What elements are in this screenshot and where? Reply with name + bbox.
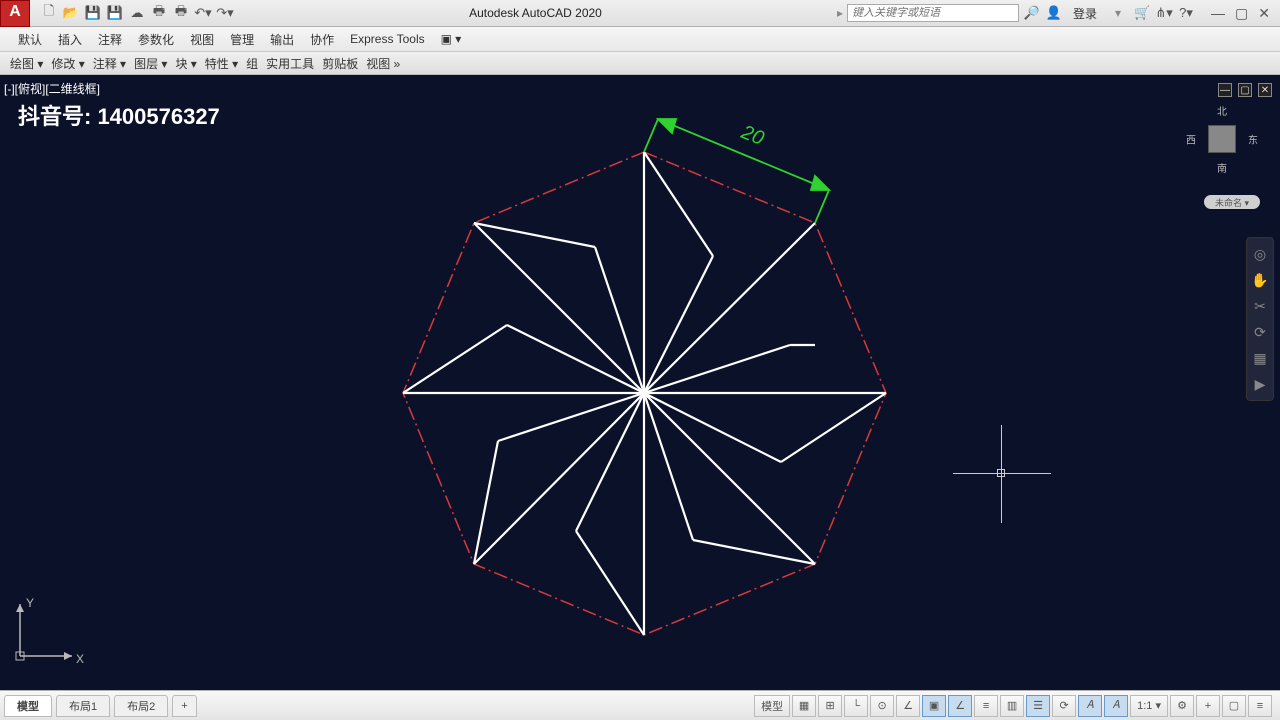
login-button[interactable]: 登录 (1067, 5, 1103, 22)
quick-access-toolbar: 🗋 📂 💾 💾 ☁ 🖶 🖶 ↶▾ ↷▾ (34, 4, 240, 22)
cad-geometry: 20 (0, 75, 1280, 690)
ucs-icon: Y X (14, 596, 84, 666)
panel-group[interactable]: 组 (246, 55, 258, 72)
ucs-y: Y (26, 596, 34, 610)
ribbon-tabs: 默认 插入 注释 参数化 视图 管理 输出 协作 Express Tools ▣… (0, 27, 1280, 52)
tab-add[interactable]: + (172, 695, 196, 717)
minimize-icon[interactable]: — (1211, 5, 1225, 22)
status-model[interactable]: 模型 (754, 695, 790, 717)
search-arrow-icon: ▸ (837, 6, 843, 20)
tab-layout1[interactable]: 布局1 (56, 695, 110, 717)
restore-icon[interactable]: ▢ (1235, 5, 1248, 22)
panel-view[interactable]: 视图 » (366, 55, 400, 72)
panel-props[interactable]: 特性 ▾ (205, 55, 238, 72)
star (403, 152, 886, 635)
binoculars-icon[interactable]: 🔎 (1023, 4, 1041, 22)
status-right: 模型 ▦ ⊞ └ ⊙ ∠ ▣ ∠ ≡ ▥ ☰ ⟳ 𝐴 𝐴 1:1 ▾ ⚙ + ▢… (746, 695, 1280, 717)
save-icon[interactable]: 💾 (84, 4, 102, 22)
app-logo[interactable]: A (0, 0, 30, 27)
status-custom-icon[interactable]: ≡ (1248, 695, 1272, 717)
saveas-icon[interactable]: 💾 (106, 4, 124, 22)
status-monitor-icon[interactable]: + (1196, 695, 1220, 717)
ucs-x: X (76, 652, 84, 666)
status-qp-icon[interactable]: ☰ (1026, 695, 1050, 717)
app-store-icon[interactable]: ⋔▾ (1155, 4, 1173, 22)
redo-icon[interactable]: ↷▾ (216, 4, 234, 22)
plot2-icon[interactable]: 🖶 (172, 4, 190, 22)
status-gear-icon[interactable]: ⚙ (1170, 695, 1194, 717)
status-lwt-icon[interactable]: ≡ (974, 695, 998, 717)
panel-draw[interactable]: 绘图 ▾ (10, 55, 43, 72)
status-cycle-icon[interactable]: ⟳ (1052, 695, 1076, 717)
search-input[interactable] (847, 4, 1019, 22)
panel-modify[interactable]: 修改 ▾ (51, 55, 84, 72)
tab-parametric[interactable]: 参数化 (138, 31, 174, 48)
open-icon[interactable]: 📂 (62, 4, 80, 22)
tab-layout2[interactable]: 布局2 (114, 695, 168, 717)
panel-clip[interactable]: 剪贴板 (322, 55, 358, 72)
status-iso-icon[interactable]: ∠ (896, 695, 920, 717)
ribbon-panels: 绘图 ▾ 修改 ▾ 注释 ▾ 图层 ▾ 块 ▾ 特性 ▾ 组 实用工具 剪贴板 … (0, 52, 1280, 75)
tab-manage[interactable]: 管理 (230, 31, 254, 48)
tab-extra[interactable]: ▣ ▾ (441, 32, 462, 46)
tab-collab[interactable]: 协作 (310, 31, 334, 48)
status-osnap-icon[interactable]: ▣ (922, 695, 946, 717)
close-icon[interactable]: ✕ (1258, 5, 1270, 22)
login-drop-icon[interactable]: ▾ (1107, 6, 1129, 20)
tab-express[interactable]: Express Tools (350, 32, 424, 46)
tab-view[interactable]: 视图 (190, 31, 214, 48)
tab-annotate[interactable]: 注释 (98, 31, 122, 48)
status-polar-icon[interactable]: ⊙ (870, 695, 894, 717)
status-ann-icon[interactable]: 𝐴 (1078, 695, 1102, 717)
panel-layer[interactable]: 图层 ▾ (134, 55, 167, 72)
app-title: Autodesk AutoCAD 2020 (240, 6, 831, 20)
status-ann2-icon[interactable]: 𝐴 (1104, 695, 1128, 717)
window-controls: — ▢ ✕ (1201, 5, 1280, 22)
new-icon[interactable]: 🗋 (40, 4, 58, 22)
status-ortho-icon[interactable]: └ (844, 695, 868, 717)
signin-icon[interactable]: 👤 (1045, 4, 1063, 22)
title-bar: A 🗋 📂 💾 💾 ☁ 🖶 🖶 ↶▾ ↷▾ Autodesk AutoCAD 2… (0, 0, 1280, 27)
status-trans-icon[interactable]: ▥ (1000, 695, 1024, 717)
status-snap-icon[interactable]: ⊞ (818, 695, 842, 717)
cloud-icon[interactable]: ☁ (128, 4, 146, 22)
tab-default[interactable]: 默认 (18, 31, 42, 48)
dimension-text: 20 (737, 121, 767, 150)
status-bar: 模型 布局1 布局2 + 模型 ▦ ⊞ └ ⊙ ∠ ▣ ∠ ≡ ▥ ☰ ⟳ 𝐴 … (0, 690, 1280, 720)
status-grid-icon[interactable]: ▦ (792, 695, 816, 717)
crosshair-pickbox (997, 469, 1005, 477)
help-icon[interactable]: ?▾ (1177, 4, 1195, 22)
tab-insert[interactable]: 插入 (58, 31, 82, 48)
status-clean-icon[interactable]: ▢ (1222, 695, 1246, 717)
dimension (644, 119, 829, 223)
search-wrap: ▸ 🔎 👤 登录 ▾ 🛒 ⋔▾ ?▾ (831, 4, 1201, 22)
undo-icon[interactable]: ↶▾ (194, 4, 212, 22)
cart-icon[interactable]: 🛒 (1133, 4, 1151, 22)
panel-annotate[interactable]: 注释 ▾ (93, 55, 126, 72)
status-scale[interactable]: 1:1 ▾ (1130, 695, 1168, 717)
panel-block[interactable]: 块 ▾ (175, 55, 196, 72)
drawing-canvas[interactable]: [-][俯视][二维线框] 抖音号: 1400576327 — ▢ ✕ 北 南 … (0, 75, 1280, 690)
plot-icon[interactable]: 🖶 (150, 4, 168, 22)
status-track-icon[interactable]: ∠ (948, 695, 972, 717)
panel-util[interactable]: 实用工具 (266, 55, 314, 72)
tab-output[interactable]: 输出 (270, 31, 294, 48)
tab-model[interactable]: 模型 (4, 695, 52, 717)
